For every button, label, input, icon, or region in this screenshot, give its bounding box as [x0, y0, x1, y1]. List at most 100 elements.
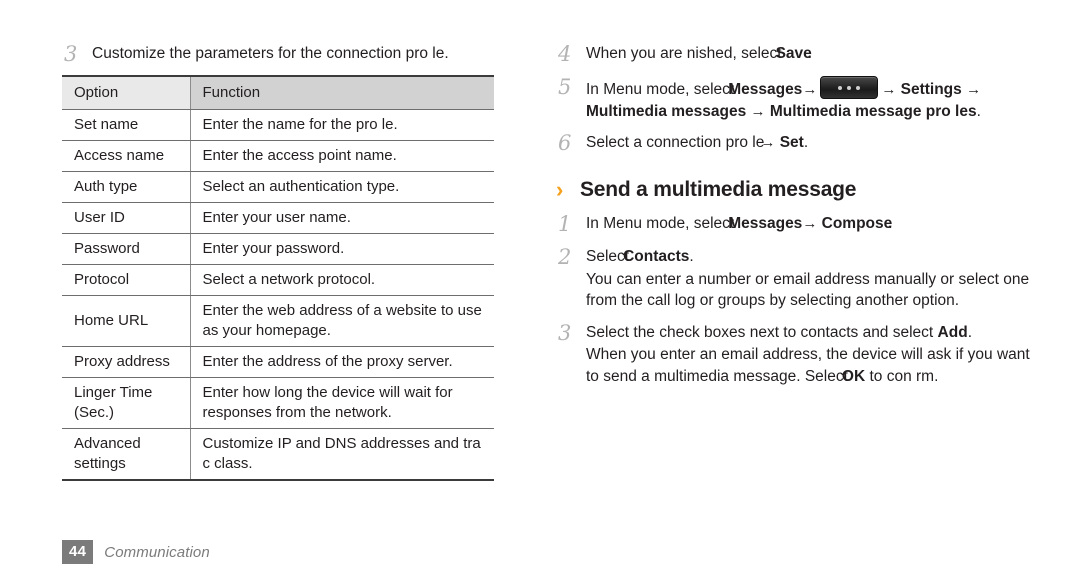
step-text: In Menu mode, selectMessages→ Compose. — [586, 212, 1034, 235]
table-row: Linger Time (Sec.) Enter how long the de… — [62, 377, 494, 429]
cell-option: Home URL — [62, 295, 190, 347]
menu-label-messages: Messages — [728, 215, 803, 232]
cell-option: Access name — [62, 140, 190, 172]
connection-profile-options-table: Option Function Set name Enter the name … — [62, 75, 494, 481]
table-row: User ID Enter your user name. — [62, 202, 494, 234]
step-text-tail: . — [689, 248, 694, 265]
step-6-select-profile: 6 Select a connection pro le→ Set. — [556, 131, 1034, 155]
options-table-wrapper: Option Function Set name Enter the name … — [62, 75, 494, 481]
table-body: Set name Enter the name for the pro le. … — [62, 109, 494, 481]
step-3-customize: 3 Customize the parameters for the conne… — [62, 42, 532, 66]
step-text-tail: . — [803, 134, 809, 151]
cell-function: Enter the name for the pro le. — [189, 109, 494, 141]
cell-function: Enter your password. — [189, 233, 494, 265]
step-note: When you enter an email address, the dev… — [586, 344, 1034, 387]
section-heading: › Send a multimedia message — [556, 177, 1034, 202]
step-main-line: Select the check boxes next to contacts … — [586, 322, 1034, 344]
cell-function: Select a network protocol. — [189, 264, 494, 296]
cell-option: Protocol — [62, 264, 190, 296]
step-text-lead: In Menu mode, select — [586, 215, 735, 232]
cell-function: Enter how long the device will wait for … — [189, 377, 494, 429]
menu-label-contacts: Contacts — [623, 248, 690, 265]
menu-label-messages: Messages — [728, 81, 803, 98]
path-arrow: → — [881, 81, 897, 98]
step-number: 5 — [558, 75, 572, 99]
step-text-lead: Select a connection pro le — [586, 134, 765, 151]
cell-option: Auth type — [62, 171, 190, 203]
menu-label-ok: OK — [841, 367, 866, 385]
step-4-save: 4 When you are nished, selectSave. — [556, 42, 1034, 66]
step-note: You can enter a number or email address … — [586, 270, 1030, 310]
table-row: Auth type Select an authentication type. — [62, 171, 494, 203]
step-number: 3 — [64, 42, 78, 66]
cell-function: Enter the web address of a website to us… — [189, 295, 494, 347]
menu-label-add: Add — [937, 323, 968, 341]
cell-function: Customize IP and DNS addresses and tra c… — [189, 428, 494, 481]
step-number: 3 — [558, 320, 572, 345]
menu-label-settings: Settings — [900, 81, 962, 98]
step-text-lead: Select the check boxes next to contacts … — [586, 323, 934, 341]
cell-option: Proxy address — [62, 346, 190, 378]
table-row: Access name Enter the access point name. — [62, 140, 494, 172]
step-number: 1 — [558, 212, 572, 236]
step-text: Select the check boxes next to contacts … — [586, 321, 1034, 388]
cell-function: Enter the access point name. — [189, 140, 494, 172]
step-text: When you are nished, selectSave. — [586, 42, 1034, 65]
cell-option: Password — [62, 233, 190, 265]
column-header-option: Option — [62, 75, 190, 110]
footer-section-label: Communication — [104, 543, 210, 561]
cell-function: Enter your user name. — [189, 202, 494, 234]
cell-option: Set name — [62, 109, 190, 141]
table-row: Protocol Select a network protocol. — [62, 264, 494, 296]
step-text-tail: . — [888, 215, 893, 232]
table-row: Password Enter your password. — [62, 233, 494, 265]
menu-label-save: Save — [775, 45, 812, 62]
menu-label-compose: Compose — [821, 215, 893, 232]
cell-option: Advanced settings — [62, 428, 190, 481]
manual-page: 3 Customize the parameters for the conne… — [0, 0, 1080, 586]
table-row: Advanced settings Customize IP and DNS a… — [62, 428, 494, 481]
path-arrow: → — [760, 134, 776, 151]
step-text-lead: In Menu mode, select — [586, 81, 735, 98]
step-main-line: SelectContacts. — [586, 246, 1034, 268]
step-note-tail: to con rm. — [869, 367, 939, 385]
path-arrow: → — [802, 215, 818, 232]
path-arrow: → — [966, 81, 982, 98]
step-text-tail: . — [976, 102, 981, 120]
step-text-tail: . — [967, 323, 972, 341]
path-arrow: → — [750, 102, 766, 120]
more-options-key-icon[interactable] — [820, 76, 879, 99]
menu-label-multimedia-messages: Multimedia messages — [586, 102, 747, 120]
step-text: Customize the parameters for the connect… — [92, 45, 449, 62]
cell-option: User ID — [62, 202, 190, 234]
step-text: Select a connection pro le→ Set. — [586, 131, 1034, 154]
table-row: Proxy address Enter the address of the p… — [62, 346, 494, 378]
left-column: 3 Customize the parameters for the conne… — [62, 42, 532, 481]
right-column: 4 When you are nished, selectSave. 5 In … — [556, 42, 1034, 396]
table-row: Set name Enter the name for the pro le. — [62, 109, 494, 141]
section-heading-title: Send a multimedia message — [580, 178, 857, 201]
page-number-badge: 44 — [62, 540, 94, 564]
step-5-menu-path: 5 In Menu mode, selectMessages → → Setting… — [556, 75, 1034, 122]
cell-option: Linger Time (Sec.) — [62, 377, 190, 429]
step-note-lead: When you enter an email address, the dev… — [586, 346, 1030, 385]
step-number: 2 — [558, 245, 572, 269]
step-text: SelectContacts. You can enter a number o… — [586, 245, 1034, 312]
cell-function: Enter the address of the proxy server. — [189, 346, 494, 378]
menu-label-set: Set — [779, 134, 804, 151]
step-text: In Menu mode, selectMessages→ → Settings … — [586, 75, 1034, 122]
table-row: Home URL Enter the web address of a webs… — [62, 295, 494, 347]
step-3-check-boxes: 3 Select the check boxes next to contact… — [556, 321, 1034, 388]
step-number: 6 — [558, 131, 572, 155]
page-footer: 44 Communication — [62, 540, 210, 564]
step-number: 4 — [558, 42, 572, 66]
step-1-compose: 1 In Menu mode, selectMessages→ Compose. — [556, 212, 1034, 236]
column-header-function: Function — [189, 75, 494, 110]
step-text-lead: When you are nished, select — [586, 45, 782, 62]
step-2-contacts: 2 SelectContacts. You can enter a number… — [556, 245, 1034, 312]
table-header-row: Option Function — [62, 75, 494, 110]
chevron-right-icon: › — [556, 177, 563, 202]
step-text-tail: . — [807, 45, 813, 62]
menu-label-multimedia-message-profiles: Multimedia message pro les — [769, 102, 977, 120]
cell-function: Select an authentication type. — [189, 171, 494, 203]
